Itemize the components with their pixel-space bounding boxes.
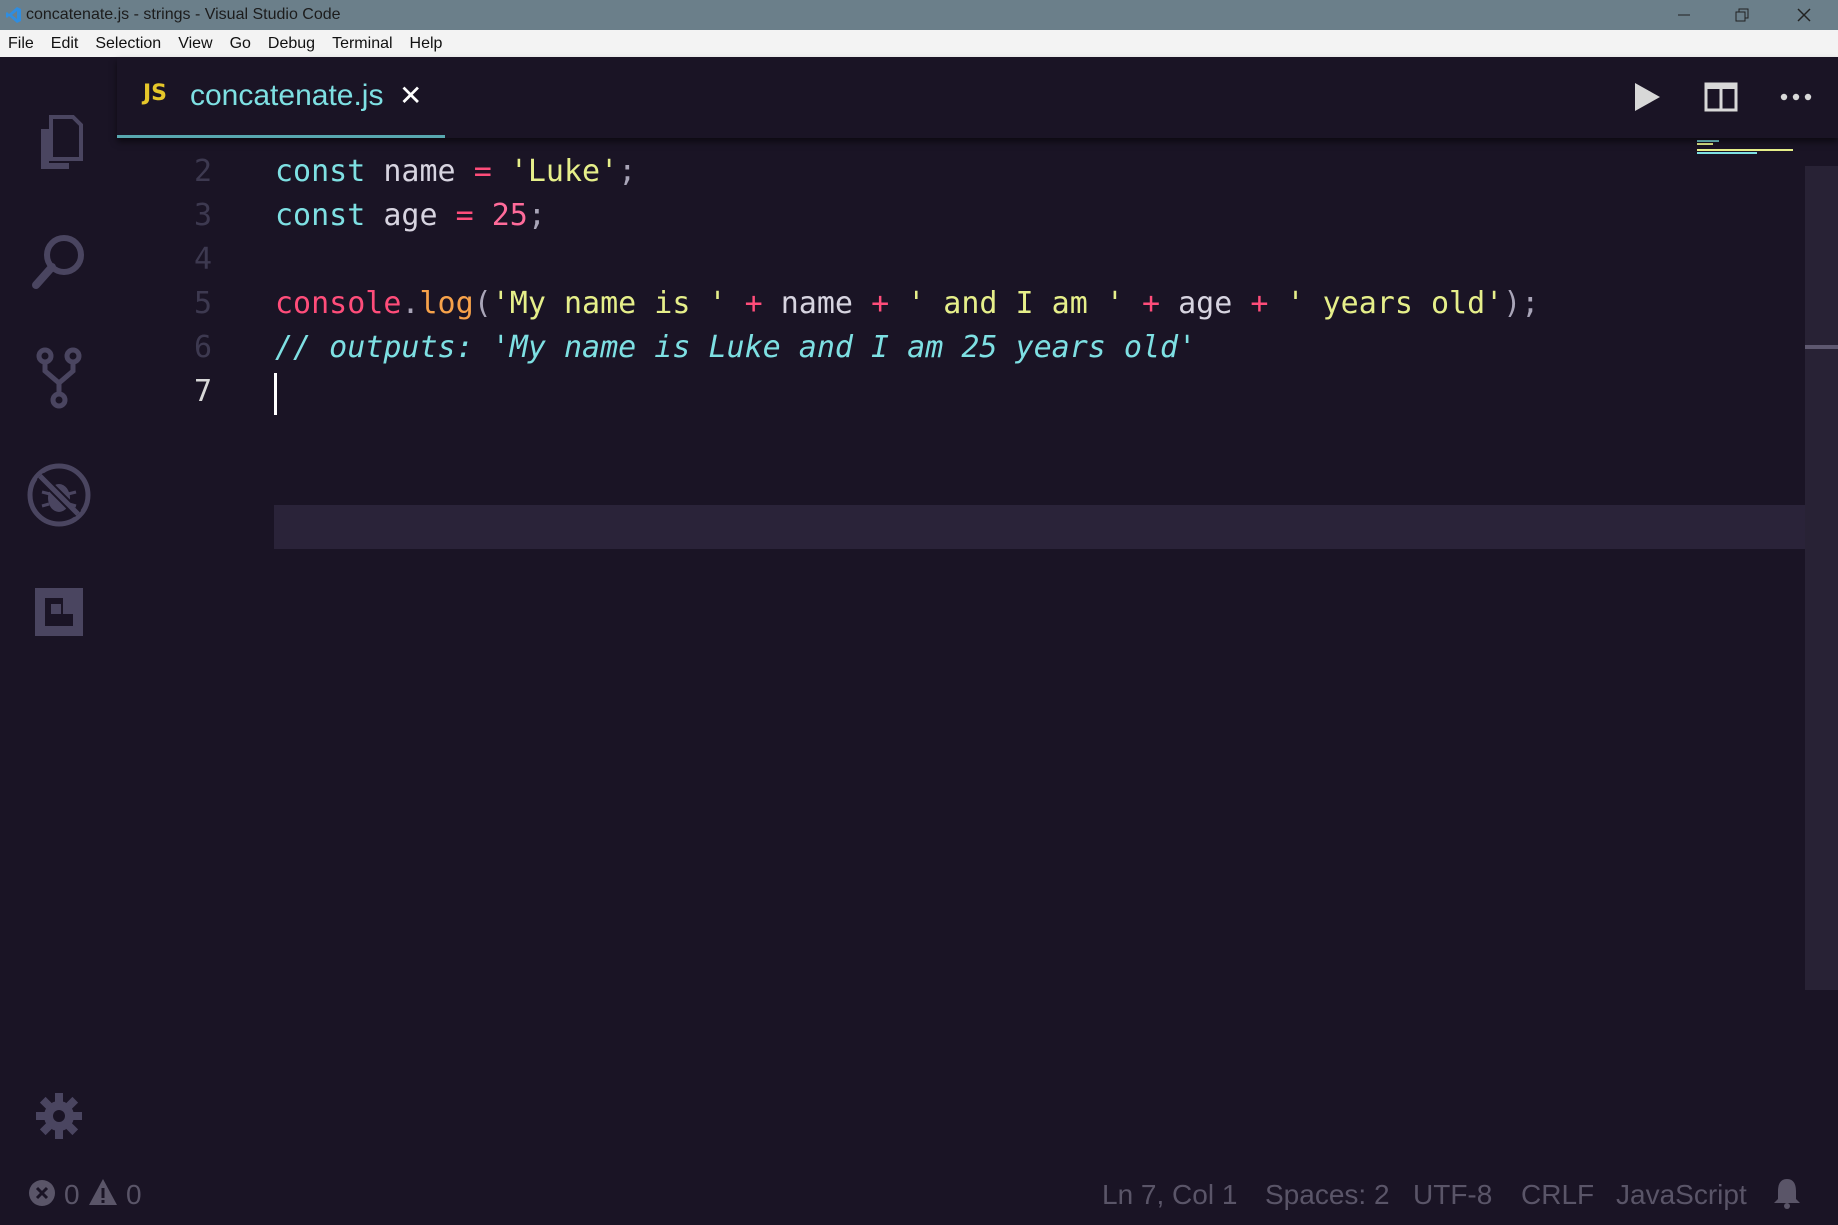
- restore-button[interactable]: [1714, 0, 1770, 30]
- activity-bar: [0, 57, 117, 1163]
- close-window-button[interactable]: [1776, 0, 1832, 30]
- code-line-2: 2 const name = 'Luke';: [117, 150, 1717, 194]
- line-number: 3: [193, 198, 212, 233]
- code-text: console.log('My name is ' + name + ' and…: [275, 286, 1540, 321]
- scrollbar-thumb[interactable]: [1805, 345, 1838, 349]
- menu-edit[interactable]: Edit: [51, 35, 79, 53]
- menu-selection[interactable]: Selection: [95, 35, 161, 53]
- language-mode[interactable]: JavaScript: [1616, 1179, 1747, 1211]
- encoding[interactable]: UTF-8: [1413, 1179, 1492, 1211]
- indentation[interactable]: Spaces: 2: [1265, 1179, 1390, 1211]
- status-bar: 0 0 Ln 7, Col 1 Spaces: 2 UTF-8 CRLF Jav…: [0, 1163, 1838, 1225]
- menu-help[interactable]: Help: [410, 35, 443, 53]
- menu-file[interactable]: File: [8, 35, 34, 53]
- code-text: const name = 'Luke';: [275, 154, 637, 189]
- menu-terminal[interactable]: Terminal: [332, 35, 392, 53]
- line-endings[interactable]: CRLF: [1521, 1179, 1594, 1211]
- warning-count[interactable]: 0: [126, 1179, 142, 1211]
- line-number: 6: [193, 330, 212, 365]
- run-icon[interactable]: [1625, 75, 1669, 119]
- cursor-position[interactable]: Ln 7, Col 1: [1102, 1179, 1237, 1211]
- vertical-scrollbar[interactable]: [1805, 166, 1838, 990]
- explorer-icon[interactable]: [24, 108, 94, 178]
- window-title: concatenate.js - strings - Visual Studio…: [26, 6, 341, 23]
- menu-bar: File Edit Selection View Go Debug Termin…: [0, 30, 1838, 57]
- code-editor[interactable]: 2 const name = 'Luke'; 3 const age = 25;…: [117, 138, 1838, 1163]
- line-number: 2: [193, 154, 212, 189]
- code-line-6: 6 // outputs: 'My name is Luke and I am …: [117, 326, 1717, 370]
- warning-icon[interactable]: [88, 1177, 118, 1211]
- error-icon[interactable]: [28, 1179, 56, 1211]
- code-comment: // outputs: 'My name is Luke and I am 25…: [275, 330, 1197, 365]
- menu-go[interactable]: Go: [230, 35, 251, 53]
- search-icon[interactable]: [24, 225, 94, 295]
- debug-icon[interactable]: [24, 460, 94, 530]
- minimap[interactable]: [1697, 138, 1797, 158]
- tab-concatenate-js[interactable]: JS concatenate.js ✕: [117, 57, 445, 138]
- code-text: const age = 25;: [275, 198, 546, 233]
- line-number: 5: [193, 286, 212, 321]
- gear-icon[interactable]: [24, 1081, 94, 1151]
- source-control-icon[interactable]: [24, 343, 94, 413]
- tab-bar: JS concatenate.js ✕: [117, 57, 1838, 138]
- error-count[interactable]: 0: [64, 1179, 80, 1211]
- menu-view[interactable]: View: [178, 35, 212, 53]
- js-file-icon: JS: [143, 81, 168, 106]
- title-bar: concatenate.js - strings - Visual Studio…: [0, 0, 1838, 30]
- vscode-logo-icon: [6, 6, 22, 28]
- text-cursor: [274, 373, 277, 415]
- code-line-5: 5 console.log('My name is ' + name + ' a…: [117, 282, 1717, 326]
- code-line-4: 4: [117, 238, 1717, 282]
- more-actions-icon[interactable]: [1774, 75, 1818, 119]
- current-line-highlight: [274, 505, 1816, 549]
- code-line-3: 3 const age = 25;: [117, 194, 1717, 238]
- line-number-active: 7: [193, 374, 212, 409]
- bell-icon[interactable]: [1772, 1177, 1802, 1213]
- minimize-button[interactable]: [1656, 0, 1712, 30]
- line-number: 4: [193, 242, 212, 277]
- tab-filename: concatenate.js: [190, 79, 384, 112]
- code-line-7: 7: [117, 370, 1717, 414]
- tab-close-button[interactable]: ✕: [399, 79, 422, 112]
- extensions-icon[interactable]: [24, 577, 94, 647]
- split-editor-icon[interactable]: [1699, 75, 1743, 119]
- menu-debug[interactable]: Debug: [268, 35, 315, 53]
